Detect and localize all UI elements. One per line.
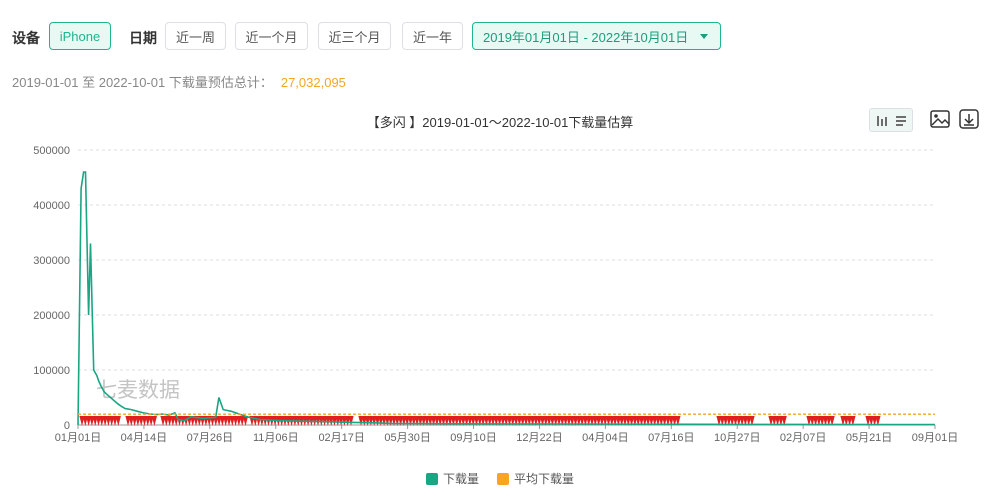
download-chart: 0 100000 200000 300000 400000 500000 01月01日 04… [33, 145, 958, 444]
x-tick-label: 05月30日 [384, 432, 430, 444]
chart-grid [78, 149, 935, 371]
y-tick-label: 200000 [33, 310, 70, 322]
x-tick-label: 07月26日 [187, 432, 233, 444]
x-tick-label: 05月21日 [846, 432, 892, 444]
legend-item-average[interactable]: 平均下载量 [497, 470, 574, 487]
y-tick-label: 0 [64, 420, 70, 432]
x-axis: 01月01日 04月14日 07月26日 11月06日 02月17日 05月30日 09月1… [55, 424, 958, 444]
y-tick-label: 300000 [33, 255, 70, 267]
x-tick-label: 07月16日 [648, 432, 694, 444]
x-tick-label: 12月22日 [516, 432, 562, 444]
legend-label-downloads: 下载量 [442, 472, 479, 486]
chart-legend: 下载量 平均下载量 [0, 470, 1000, 487]
legend-swatch-downloads [425, 472, 438, 485]
legend-swatch-average [497, 472, 509, 485]
x-tick-label: 04月14日 [121, 432, 167, 444]
x-tick-label: 10月27日 [714, 432, 760, 444]
x-tick-label: 02月07日 [780, 432, 826, 444]
y-tick-label: 400000 [33, 200, 70, 212]
series-lines [77, 171, 935, 426]
x-tick-label: 01月01日 [55, 432, 101, 444]
legend-item-downloads[interactable]: 下载量 [425, 470, 479, 487]
x-tick-label: 04月04日 [582, 432, 628, 444]
watermark: 七麦数据 [96, 379, 180, 402]
y-tick-label: 100000 [33, 365, 70, 377]
legend-label-average: 平均下载量 [514, 472, 575, 486]
x-tick-label: 09月10日 [450, 432, 496, 444]
y-tick-label: 500000 [33, 145, 70, 157]
download-line [77, 171, 935, 426]
x-tick-label: 02月17日 [318, 432, 364, 444]
x-tick-label: 11月06日 [253, 432, 299, 444]
y-axis: 0 100000 200000 300000 400000 500000 [33, 145, 70, 432]
x-tick-label: 09月01日 [912, 432, 958, 444]
